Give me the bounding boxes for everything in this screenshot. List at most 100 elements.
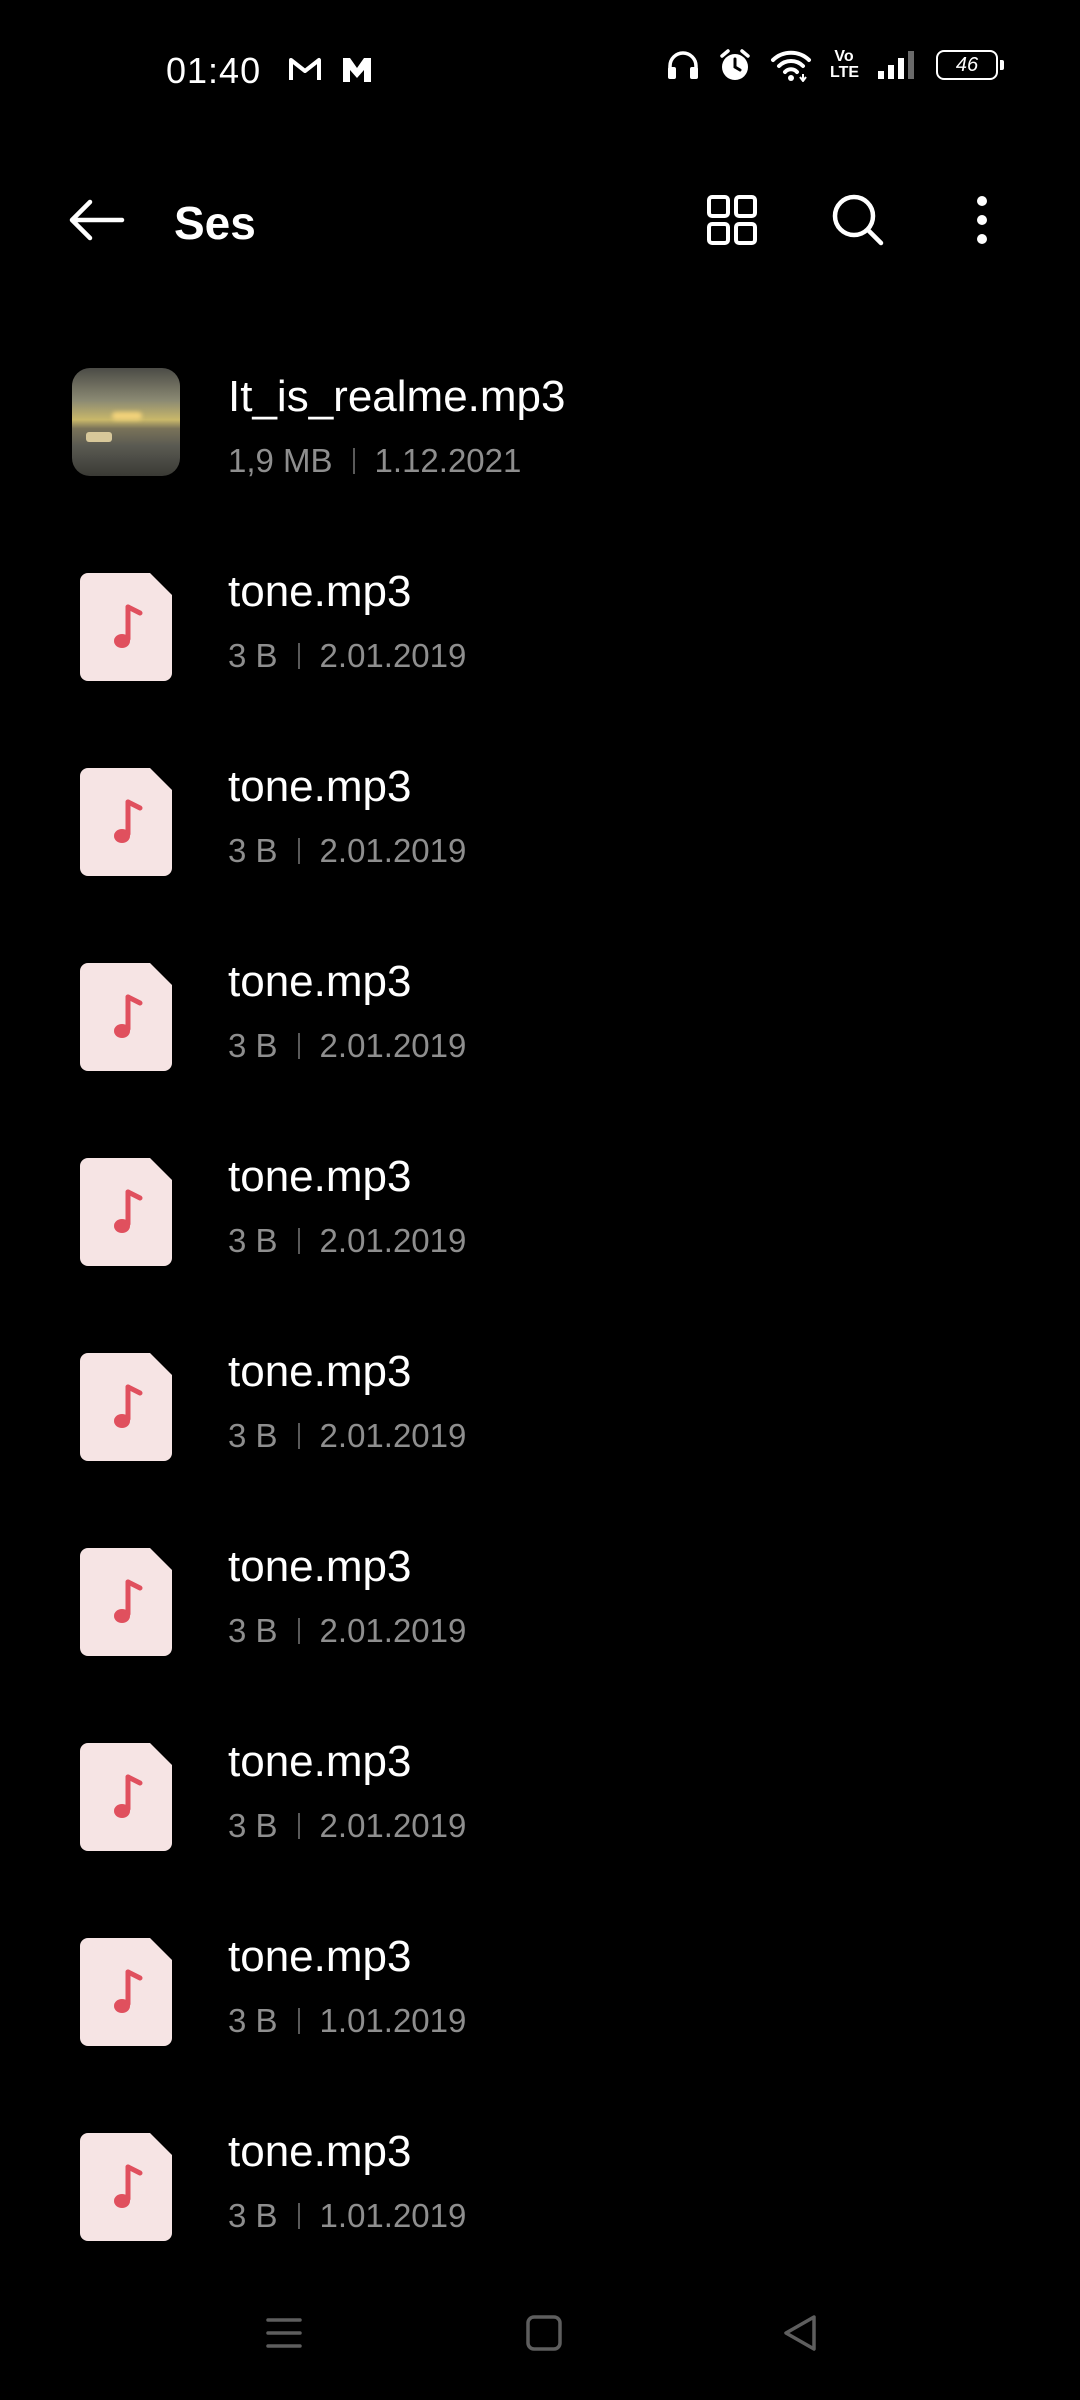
file-size: 3 B <box>228 2002 278 2039</box>
meta-divider <box>297 1033 300 1059</box>
file-row[interactable]: tone.mp3 3 B 2.01.2019 <box>0 1705 1080 1900</box>
file-meta: 3 B 2.01.2019 <box>228 1027 466 1065</box>
thumbnail-car <box>86 432 112 442</box>
meta-divider <box>297 1228 300 1254</box>
system-status-icons: Vo LTE 46 <box>666 48 1004 82</box>
file-row[interactable]: tone.mp3 3 B 2.01.2019 <box>0 1510 1080 1705</box>
file-size: 3 B <box>228 637 278 674</box>
meta-divider <box>297 838 300 864</box>
file-date: 1.12.2021 <box>374 442 522 479</box>
music-note-file-icon <box>80 768 172 876</box>
file-size: 3 B <box>228 1612 278 1649</box>
page-title: Ses <box>174 197 256 249</box>
file-size: 3 B <box>228 832 278 869</box>
file-meta: 3 B 2.01.2019 <box>228 637 466 675</box>
arrow-back-icon <box>69 199 125 241</box>
signal-icon <box>878 51 914 79</box>
file-meta: 3 B 2.01.2019 <box>228 1417 466 1455</box>
battery-icon: 46 <box>936 50 1004 80</box>
grid-view-button[interactable] <box>700 190 764 250</box>
file-name: tone.mp3 <box>228 1737 412 1786</box>
battery-level: 46 <box>955 53 979 76</box>
file-row[interactable]: tone.mp3 3 B 1.01.2019 <box>0 2095 1080 2290</box>
image-thumbnail <box>72 368 180 476</box>
file-date: 1.01.2019 <box>319 2197 467 2234</box>
file-meta: 1,9 MB 1.12.2021 <box>228 442 521 480</box>
file-list: It_is_realme.mp3 1,9 MB 1.12.2021 tone.m… <box>0 340 1080 2290</box>
file-meta: 3 B 2.01.2019 <box>228 1612 466 1650</box>
music-note-file-icon <box>80 1743 172 1851</box>
meta-divider <box>297 2203 300 2229</box>
file-row[interactable]: It_is_realme.mp3 1,9 MB 1.12.2021 <box>0 340 1080 535</box>
file-date: 2.01.2019 <box>319 1222 467 1259</box>
notification-icons <box>288 54 374 84</box>
app-notification-icon <box>343 58 371 82</box>
music-note-file-icon <box>80 1938 172 2046</box>
file-date: 1.01.2019 <box>319 2002 467 2039</box>
music-note-file-icon <box>80 963 172 1071</box>
status-time: 01:40 <box>166 50 262 91</box>
music-note-file-icon <box>80 1158 172 1266</box>
file-date: 2.01.2019 <box>319 832 467 869</box>
home-square-icon[interactable] <box>524 2312 564 2354</box>
meta-divider <box>352 448 355 474</box>
file-row[interactable]: tone.mp3 3 B 2.01.2019 <box>0 535 1080 730</box>
app-bar: Ses <box>0 160 1080 280</box>
music-note-file-icon <box>80 1548 172 1656</box>
more-vertical-icon <box>977 196 987 244</box>
meta-divider <box>297 2008 300 2034</box>
grid-view-icon <box>707 195 757 245</box>
wifi-icon <box>771 50 811 82</box>
music-note-file-icon <box>80 1353 172 1461</box>
meta-divider <box>297 643 300 669</box>
file-size: 1,9 MB <box>228 442 333 479</box>
file-name: tone.mp3 <box>228 1542 412 1591</box>
file-row[interactable]: tone.mp3 3 B 2.01.2019 <box>0 730 1080 925</box>
file-date: 2.01.2019 <box>319 1417 467 1454</box>
navigation-bar <box>0 2290 1080 2380</box>
meta-divider <box>297 1813 300 1839</box>
file-name: tone.mp3 <box>228 957 412 1006</box>
alarm-icon <box>720 49 750 80</box>
headphones-icon <box>668 51 698 79</box>
volte-indicator: Vo LTE <box>830 48 860 81</box>
status-bar: 01:40 Vo LTE 46 <box>0 0 1080 140</box>
file-meta: 3 B 2.01.2019 <box>228 1807 466 1845</box>
file-date: 2.01.2019 <box>319 1807 467 1844</box>
file-name: tone.mp3 <box>228 762 412 811</box>
file-meta: 3 B 1.01.2019 <box>228 2002 466 2040</box>
file-size: 3 B <box>228 1807 278 1844</box>
file-size: 3 B <box>228 1222 278 1259</box>
volte-top-label: Vo <box>834 48 854 65</box>
file-name: It_is_realme.mp3 <box>228 372 566 421</box>
search-icon <box>832 194 884 246</box>
file-size: 3 B <box>228 1417 278 1454</box>
file-meta: 3 B 2.01.2019 <box>228 1222 466 1260</box>
file-date: 2.01.2019 <box>319 1027 467 1064</box>
file-size: 3 B <box>228 2197 278 2234</box>
file-row[interactable]: tone.mp3 3 B 2.01.2019 <box>0 1315 1080 1510</box>
back-triangle-icon[interactable] <box>780 2312 820 2354</box>
file-date: 2.01.2019 <box>319 1612 467 1649</box>
thumbnail-sun <box>112 412 142 420</box>
file-name: tone.mp3 <box>228 1347 412 1396</box>
volte-bottom-label: LTE <box>830 64 860 81</box>
music-note-file-icon <box>80 573 172 681</box>
file-name: tone.mp3 <box>228 567 412 616</box>
file-row[interactable]: tone.mp3 3 B 2.01.2019 <box>0 1120 1080 1315</box>
recents-menu-icon[interactable] <box>264 2312 304 2354</box>
gmail-icon <box>289 58 321 80</box>
meta-divider <box>297 1423 300 1449</box>
file-name: tone.mp3 <box>228 1932 412 1981</box>
file-row[interactable]: tone.mp3 3 B 2.01.2019 <box>0 925 1080 1120</box>
back-button[interactable] <box>58 190 134 250</box>
file-name: tone.mp3 <box>228 1152 412 1201</box>
file-size: 3 B <box>228 1027 278 1064</box>
search-button[interactable] <box>826 190 890 250</box>
file-row[interactable]: tone.mp3 3 B 1.01.2019 <box>0 1900 1080 2095</box>
file-date: 2.01.2019 <box>319 637 467 674</box>
more-options-button[interactable] <box>950 190 1014 250</box>
meta-divider <box>297 1618 300 1644</box>
music-note-file-icon <box>80 2133 172 2241</box>
file-name: tone.mp3 <box>228 2127 412 2176</box>
